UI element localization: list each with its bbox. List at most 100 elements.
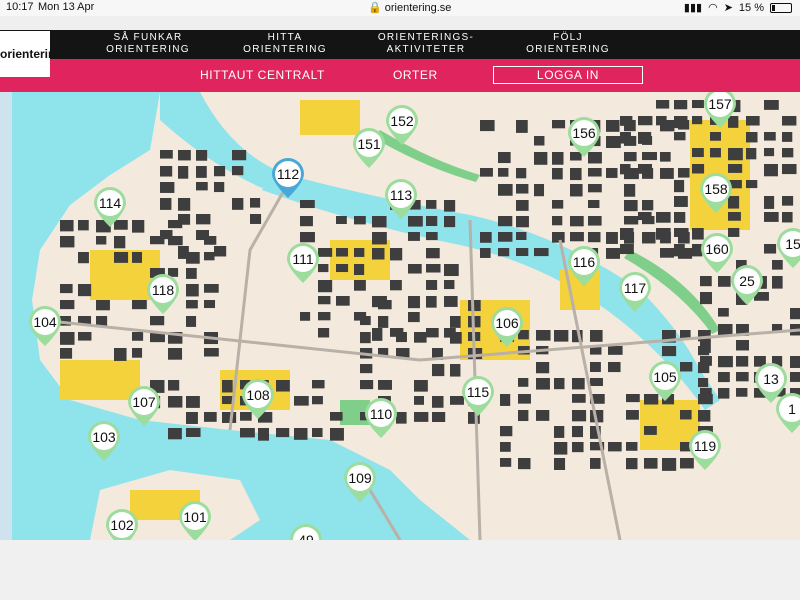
marker-label: 108 xyxy=(246,387,270,403)
building-block xyxy=(782,148,794,158)
building-block xyxy=(500,426,513,437)
building-block xyxy=(692,100,704,109)
building-block xyxy=(518,458,531,470)
building-block xyxy=(300,200,315,209)
building-block xyxy=(590,330,603,342)
building-block xyxy=(624,152,637,162)
building-block xyxy=(590,378,603,387)
building-block xyxy=(764,244,777,254)
building-block xyxy=(782,212,793,223)
building-block xyxy=(336,216,347,225)
marker-label: 107 xyxy=(132,394,156,410)
marker-label: 118 xyxy=(152,282,175,298)
nav-sa-funkar[interactable]: SÅ FUNKAR ORIENTERING xyxy=(103,32,193,56)
building-block xyxy=(300,216,313,227)
building-block xyxy=(656,228,671,240)
building-block xyxy=(608,442,622,452)
login-button[interactable]: LOGGA IN xyxy=(493,66,643,84)
building-block xyxy=(710,148,721,158)
building-block xyxy=(204,300,216,309)
building-block xyxy=(360,316,371,326)
building-block xyxy=(222,380,233,393)
building-block xyxy=(656,212,671,223)
building-block xyxy=(772,276,783,289)
building-block xyxy=(468,300,481,312)
signal-icon: ▮▮▮ xyxy=(683,2,703,14)
building-block xyxy=(624,200,638,212)
building-block xyxy=(680,458,694,469)
building-block xyxy=(674,212,686,223)
building-block xyxy=(626,394,640,403)
building-block xyxy=(78,220,89,231)
building-block xyxy=(312,380,325,389)
building-block xyxy=(378,380,392,390)
building-block xyxy=(764,164,778,177)
site-logo[interactable]: orientering xyxy=(0,31,50,77)
building-block xyxy=(196,182,208,191)
nav-hittaut-centralt[interactable]: HITTAUT CENTRALT xyxy=(200,68,325,82)
building-block xyxy=(408,216,423,227)
building-block xyxy=(570,184,583,197)
side-map-strip xyxy=(0,92,12,540)
map-marker[interactable]: 102 xyxy=(106,509,138,540)
marker-label: 156 xyxy=(572,125,596,141)
building-block xyxy=(232,150,247,161)
building-block xyxy=(642,200,654,211)
building-block xyxy=(588,152,602,164)
building-block xyxy=(160,150,173,159)
building-block xyxy=(408,296,420,309)
building-block xyxy=(150,316,165,326)
building-block xyxy=(606,232,618,244)
building-block xyxy=(764,148,775,157)
nav-folj[interactable]: FÖLJ ORIENTERING xyxy=(523,32,613,56)
nav-hitta[interactable]: HITTA ORIENTERING xyxy=(240,32,330,56)
building-block xyxy=(132,220,145,233)
building-block xyxy=(336,296,350,306)
nav-aktiviteter[interactable]: ORIENTERINGS- AKTIVITETER xyxy=(376,32,476,56)
building-block xyxy=(372,248,385,260)
building-block xyxy=(204,236,217,245)
marker-label: 15 xyxy=(785,236,800,252)
building-block xyxy=(408,264,422,274)
building-block xyxy=(318,296,331,305)
building-block xyxy=(536,330,551,341)
building-block xyxy=(624,184,636,197)
marker-label: 160 xyxy=(705,241,729,257)
building-block xyxy=(214,246,227,257)
building-block xyxy=(432,396,444,408)
date: Mon 13 Apr xyxy=(38,1,95,13)
building-block xyxy=(480,232,492,243)
building-block xyxy=(516,216,529,228)
nav-line: ORIENTERING xyxy=(526,44,610,55)
building-block xyxy=(718,372,730,383)
nav-orter[interactable]: ORTER xyxy=(393,68,438,82)
building-block xyxy=(656,116,667,126)
building-block xyxy=(312,428,323,438)
building-block xyxy=(414,332,427,343)
building-block xyxy=(680,410,692,420)
url-bar[interactable]: 🔒 orientering.se xyxy=(368,1,451,14)
building-block xyxy=(728,148,743,161)
building-block xyxy=(114,348,127,361)
building-block xyxy=(516,248,529,257)
building-block xyxy=(300,232,315,243)
building-block xyxy=(450,332,462,344)
map-canvas[interactable]: 157152156151112158113114160 15111 11625117… xyxy=(12,92,800,540)
building-block xyxy=(60,220,74,232)
building-block xyxy=(186,300,198,309)
marker-label: 113 xyxy=(390,187,413,203)
battery-percent: 15 % xyxy=(738,1,764,14)
orienteering-map[interactable]: 157 152 156 151 112 158 113 114 160 15 111 116 25 117… xyxy=(12,92,800,540)
building-block xyxy=(518,394,531,404)
building-block xyxy=(222,412,237,423)
building-block xyxy=(318,280,333,293)
building-block xyxy=(660,152,671,162)
building-block xyxy=(500,442,511,452)
building-block xyxy=(588,168,602,177)
building-block xyxy=(312,396,323,405)
building-block xyxy=(160,182,175,193)
building-block xyxy=(662,458,677,471)
building-block xyxy=(114,252,129,263)
building-block xyxy=(204,412,217,422)
building-block xyxy=(624,216,639,225)
